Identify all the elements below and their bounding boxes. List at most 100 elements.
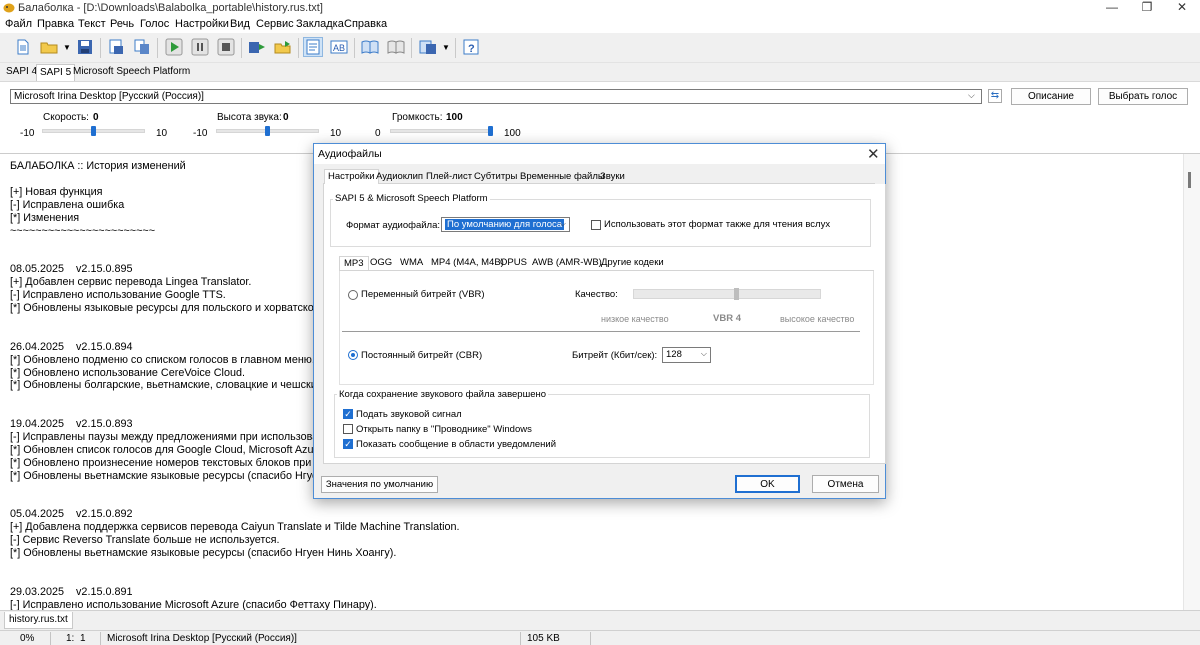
dictionary-button[interactable]: [360, 37, 380, 57]
stop-button[interactable]: [216, 37, 236, 57]
voice-select[interactable]: Microsoft Irina Desktop [Русский (Россия…: [10, 89, 982, 104]
text-mode-button[interactable]: [303, 37, 323, 57]
ok-button[interactable]: OK: [735, 475, 800, 493]
help-button[interactable]: ?: [461, 37, 481, 57]
chevron-down-icon: ⌵: [559, 219, 566, 228]
tab-mp4[interactable]: MP4 (M4A, M4B): [431, 257, 504, 268]
beep-label: Подать звуковой сигнал: [356, 409, 462, 420]
save-button[interactable]: [75, 37, 95, 57]
tab-wma[interactable]: WMA: [400, 257, 423, 268]
read-file-button[interactable]: [273, 37, 293, 57]
quality-low-label: низкое качество: [601, 314, 669, 324]
rate-slider-thumb[interactable]: [91, 126, 96, 136]
save-audio-button[interactable]: [106, 37, 126, 57]
voice-description-button[interactable]: Описание: [1011, 88, 1091, 105]
use-for-reading-label: Использовать этот формат также для чтени…: [604, 219, 831, 230]
pause-button[interactable]: [190, 37, 210, 57]
dialog-title: Аудиофайлы: [318, 148, 382, 160]
menu-voice[interactable]: Голос: [140, 18, 169, 30]
tab-awb[interactable]: AWB (AMR-WB): [532, 257, 602, 268]
bitrate-select[interactable]: 128 ⌵: [662, 347, 711, 363]
cbr-radio[interactable]: [348, 350, 358, 360]
menu-service[interactable]: Сервис: [256, 18, 294, 30]
vbr-radio[interactable]: [348, 290, 358, 300]
bookmarks-button[interactable]: [418, 37, 438, 57]
chevron-down-icon[interactable]: ⌵: [968, 90, 975, 101]
tab-ogg[interactable]: OGG: [370, 257, 392, 268]
open-dropdown-arrow-icon[interactable]: ▼: [63, 43, 71, 52]
tab-settings[interactable]: Настройки: [324, 169, 379, 184]
split-audio-button[interactable]: [132, 37, 152, 57]
bookmarks-dropdown-arrow-icon[interactable]: ▼: [442, 43, 450, 52]
quality-slider-thumb[interactable]: [733, 288, 739, 300]
document-tab[interactable]: history.rus.txt: [4, 612, 73, 629]
tab-temp-files[interactable]: Временные файлы: [520, 171, 605, 182]
beep-checkbox[interactable]: ✓: [343, 409, 353, 419]
vertical-scrollbar[interactable]: [1183, 154, 1200, 611]
rate-label: Скорость:: [43, 112, 89, 123]
play-button[interactable]: [164, 37, 184, 57]
volume-min: 0: [375, 128, 381, 139]
close-window-button[interactable]: ✕: [1167, 0, 1197, 17]
tab-other-codecs[interactable]: Другие кодеки: [601, 257, 664, 268]
save-audio-icon: [109, 39, 123, 54]
tab-audio-clip[interactable]: Аудиоклип: [376, 171, 423, 182]
menu-edit[interactable]: Правка: [37, 18, 74, 30]
read-clipboard-button[interactable]: [247, 37, 267, 57]
format-select[interactable]: По умолчанию для голоса ⌵: [441, 217, 570, 232]
open-file-button[interactable]: [39, 37, 59, 57]
chevron-down-icon: ⌵: [700, 349, 707, 358]
new-document-button[interactable]: [13, 37, 33, 57]
new-file-icon: [17, 39, 29, 55]
menu-speech[interactable]: Речь: [110, 18, 134, 30]
volume-slider-track[interactable]: [390, 129, 493, 133]
svg-text:AB: AB: [333, 43, 345, 53]
choose-voice-button[interactable]: Выбрать голос: [1098, 88, 1188, 105]
dialog-tabs: Настройки Аудиоклип Плей-лист Субтитры В…: [323, 169, 875, 184]
spell-check-icon: AB: [330, 40, 348, 54]
stop-icon: [217, 38, 235, 56]
menu-bookmark[interactable]: Закладка: [296, 18, 344, 30]
menu-file[interactable]: Файл: [5, 18, 32, 30]
status-file-size: 105 KB: [527, 633, 560, 644]
cancel-button[interactable]: Отмена: [812, 475, 879, 493]
tab-opus[interactable]: OPUS: [500, 257, 527, 268]
open-folder-checkbox[interactable]: [343, 424, 353, 434]
notify-checkbox[interactable]: ✓: [343, 439, 353, 449]
format-label: Формат аудиофайла:: [346, 220, 441, 231]
status-separator: [100, 632, 101, 645]
tab-sapi5[interactable]: SAPI 5: [36, 64, 76, 81]
scrollbar-thumb[interactable]: [1188, 172, 1191, 188]
split-audio-icon: [134, 39, 149, 54]
pause-icon: [191, 38, 209, 56]
menu-view[interactable]: Вид: [230, 18, 250, 30]
dialog-close-icon[interactable]: ✕: [867, 145, 880, 163]
help-icon: ?: [463, 39, 479, 55]
spell-check-button[interactable]: AB: [329, 37, 349, 57]
toolbar-separator: [411, 38, 412, 58]
minimize-button[interactable]: —: [1097, 0, 1127, 17]
menu-text[interactable]: Текст: [78, 18, 106, 30]
refresh-voices-icon[interactable]: ⇆: [988, 89, 1002, 103]
dictionary-edit-button[interactable]: [386, 37, 406, 57]
quality-slider-track[interactable]: [633, 289, 821, 299]
tab-sounds[interactable]: Звуки: [600, 171, 625, 182]
title-bar: Балаболка - [D:\Downloads\Balabolka_port…: [0, 0, 1200, 17]
volume-slider-thumb[interactable]: [488, 126, 493, 136]
bitrate-value: 128: [666, 349, 682, 360]
tab-subtitles[interactable]: Субтитры: [474, 171, 517, 182]
pitch-slider-thumb[interactable]: [265, 126, 270, 136]
book-icon: [361, 40, 379, 54]
menu-help[interactable]: Справка: [344, 18, 387, 30]
toolbar-separator: [157, 38, 158, 58]
menu-settings[interactable]: Настройки: [175, 18, 229, 30]
maximize-button[interactable]: ❐: [1132, 0, 1162, 17]
use-for-reading-checkbox[interactable]: [591, 220, 601, 230]
menu-bar: Файл Правка Текст Речь Голос Настройки В…: [0, 17, 1200, 33]
tab-playlist[interactable]: Плей-лист: [426, 171, 472, 182]
tab-sapi4[interactable]: SAPI 4: [6, 66, 37, 77]
tab-ms-speech-platform[interactable]: Microsoft Speech Platform: [73, 66, 190, 77]
volume-label: Громкость:: [392, 112, 443, 123]
defaults-button[interactable]: Значения по умолчанию: [321, 476, 438, 493]
tab-mp3[interactable]: MP3: [339, 256, 369, 270]
